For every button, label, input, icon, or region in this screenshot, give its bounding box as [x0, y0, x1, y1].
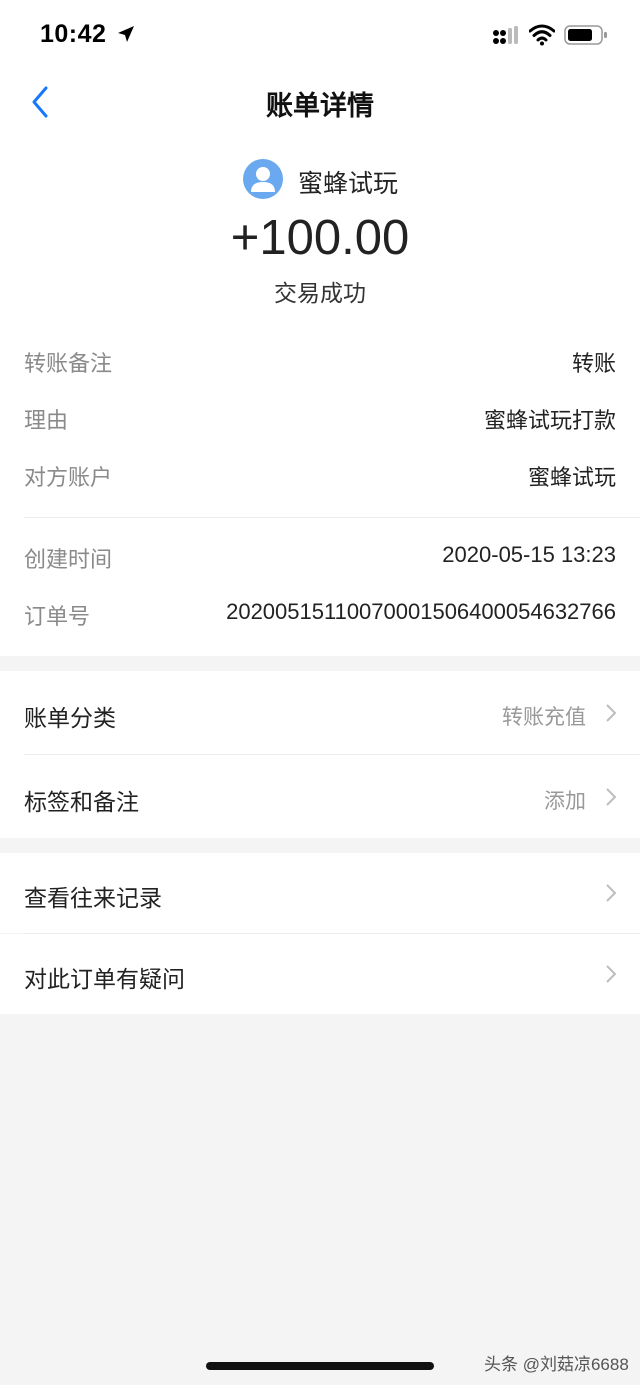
detail-label: 创建时间: [24, 547, 113, 572]
menu-value: 添加: [544, 790, 586, 813]
navigation-bar: 账单详情: [0, 70, 640, 134]
home-indicator: [206, 1362, 434, 1370]
user-icon: [251, 167, 275, 192]
avatar: [243, 159, 283, 199]
detail-row-reason: 理由 蜜蜂试玩打款: [24, 399, 616, 439]
detail-label: 对方账户: [24, 465, 113, 490]
detail-row-created-time: 创建时间 2020-05-15 13:23: [24, 538, 616, 578]
menu-item-bill-category[interactable]: 账单分类 转账充值: [0, 671, 640, 755]
detail-value: 2020-05-15 13:23: [442, 542, 616, 567]
divider: [24, 517, 640, 518]
menu-value: 转账充值: [502, 706, 586, 729]
payer-name: 蜜蜂试玩: [298, 170, 399, 198]
chevron-right-icon: [606, 704, 617, 722]
status-bar: 10:42: [0, 0, 640, 70]
menu-label: 账单分类: [24, 705, 116, 731]
detail-label: 理由: [24, 408, 69, 433]
menu-item-tags-notes[interactable]: 标签和备注 添加: [0, 755, 640, 838]
chevron-right-icon: [606, 884, 617, 902]
chevron-right-icon: [606, 788, 617, 806]
detail-value: 20200515110070001506400054632766: [226, 599, 616, 624]
wifi-icon: [529, 24, 555, 46]
detail-row-order-number: 订单号 20200515110070001506400054632766: [24, 595, 616, 635]
detail-row-transfer-note: 转账备注 转账: [24, 342, 616, 382]
detail-row-counterparty: 对方账户 蜜蜂试玩: [24, 456, 616, 496]
location-arrow-icon: [118, 26, 134, 42]
watermark: 头条 @刘菇凉6688: [484, 1355, 629, 1374]
battery-icon: [564, 25, 607, 45]
detail-value: 蜜蜂试玩: [527, 465, 616, 490]
cellular-signal-icon: [493, 26, 518, 44]
detail-value: 转账: [571, 351, 616, 376]
detail-label: 订单号: [24, 604, 91, 629]
transaction-status: 交易成功: [274, 280, 366, 306]
page-title: 账单详情: [266, 91, 374, 121]
menu-item-order-question[interactable]: 对此订单有疑问: [0, 934, 640, 1014]
transaction-amount: +100.00: [230, 211, 410, 265]
menu-label: 标签和备注: [24, 789, 139, 815]
menu-label: 对此订单有疑问: [24, 966, 185, 992]
detail-value: 蜜蜂试玩打款: [483, 408, 616, 433]
detail-label: 转账备注: [24, 351, 113, 376]
menu-item-view-history[interactable]: 查看往来记录: [0, 853, 640, 933]
menu-label: 查看往来记录: [24, 885, 162, 911]
chevron-right-icon: [606, 965, 617, 983]
status-time: 10:42: [40, 20, 107, 48]
